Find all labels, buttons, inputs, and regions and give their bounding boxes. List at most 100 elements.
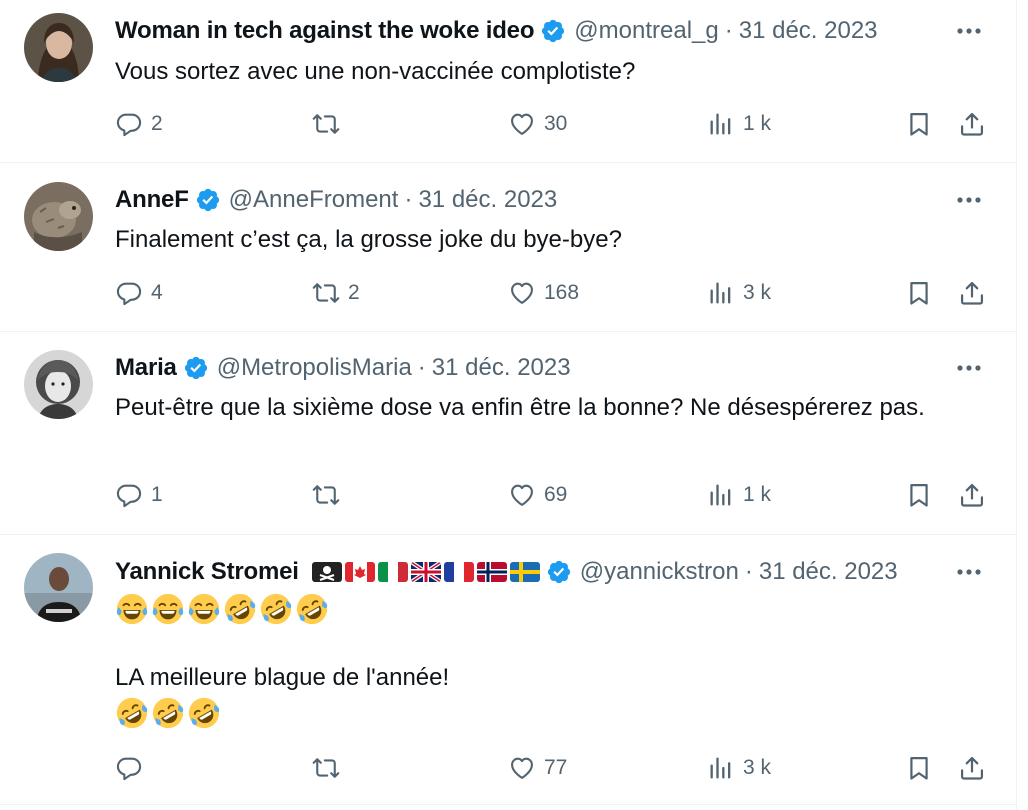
heart-icon — [508, 279, 536, 307]
bookmark-button[interactable] — [905, 751, 933, 785]
separator: · — [404, 186, 413, 213]
bookmark-button[interactable] — [905, 107, 933, 141]
share-button[interactable] — [958, 478, 986, 512]
italy-flag-icon — [377, 562, 408, 582]
joy-emoji-icon — [151, 592, 185, 626]
share-button[interactable] — [958, 276, 986, 310]
reply-button[interactable]: 2 — [115, 107, 163, 141]
reply-count: 2 — [151, 112, 163, 135]
retweet-icon — [312, 481, 340, 509]
retweet-button[interactable]: 2 — [312, 276, 360, 310]
reply-count: 4 — [151, 281, 163, 304]
man-avatar[interactable] — [24, 553, 93, 622]
heart-icon — [508, 481, 536, 509]
user-handle[interactable]: @MetropolisMaria — [217, 351, 412, 385]
reply-button[interactable]: 1 — [115, 478, 163, 512]
tweet-date[interactable]: 31 déc. 2023 — [759, 555, 898, 589]
bookmark-icon — [905, 754, 933, 782]
reply-icon — [115, 754, 143, 782]
bookmark-icon — [905, 279, 933, 307]
reply-count: 1 — [151, 483, 163, 506]
views-button[interactable]: 1 k — [707, 478, 771, 512]
reply-button[interactable] — [115, 751, 151, 785]
tweet-date[interactable]: 31 déc. 2023 — [739, 14, 878, 48]
rofl-emoji-icon — [295, 592, 329, 626]
rofl-emoji-icon — [187, 696, 221, 730]
retweet-button[interactable] — [312, 478, 348, 512]
retweet-icon — [312, 110, 340, 138]
emoji-line-2 — [115, 696, 221, 730]
tweet[interactable]: Yannick Stromei @yannickstron · 31 déc. … — [0, 535, 1017, 805]
verified-badge-icon — [540, 18, 566, 44]
view-count: 3 k — [743, 756, 772, 779]
woman-avatar[interactable] — [24, 13, 93, 82]
tweet-text: Peut-être que la sixième dose va enfin ê… — [115, 394, 925, 421]
bookmark-button[interactable] — [905, 478, 933, 512]
tweet-date[interactable]: 31 déc. 2023 — [432, 351, 571, 385]
like-button[interactable]: 30 — [508, 107, 567, 141]
view-count: 3 k — [743, 281, 772, 304]
tweet-text: Finalement c’est ça, la grosse joke du b… — [115, 226, 622, 253]
tweet-actions: 1 69 1 k — [115, 478, 995, 512]
views-button[interactable]: 3 k — [707, 276, 771, 310]
more-options-icon[interactable] — [951, 183, 987, 217]
reply-icon — [115, 279, 143, 307]
tweet[interactable]: Woman in tech against the woke ideo @mon… — [0, 0, 1017, 163]
pirate-flag-icon — [311, 562, 342, 582]
tweet-actions: 2 30 1 k — [115, 107, 995, 141]
display-name[interactable]: Woman in tech against the woke ideo — [115, 14, 534, 48]
bar-chart-icon — [707, 110, 735, 138]
display-name[interactable]: Yannick Stromei — [115, 555, 299, 589]
bookmark-icon — [905, 481, 933, 509]
retweet-button[interactable] — [312, 751, 348, 785]
display-name[interactable]: AnneF — [115, 183, 189, 217]
share-icon — [958, 481, 986, 509]
tweet[interactable]: AnneF @AnneFroment · 31 déc. 2023 Finale… — [0, 163, 1017, 332]
reply-icon — [115, 110, 143, 138]
tweet-header: AnneF @AnneFroment · 31 déc. 2023 — [115, 183, 947, 217]
more-options-icon[interactable] — [951, 555, 987, 589]
user-handle[interactable]: @AnneFroment — [229, 183, 399, 217]
tweet[interactable]: Maria @MetropolisMaria · 31 déc. 2023 Pe… — [0, 332, 1017, 535]
verified-badge-icon — [183, 355, 209, 381]
tweet-text: LA meilleure blague de l'année! — [115, 664, 450, 691]
retweet-button[interactable] — [312, 107, 348, 141]
tweet-date[interactable]: 31 déc. 2023 — [418, 183, 557, 217]
like-count: 69 — [544, 483, 568, 506]
view-count: 1 k — [743, 483, 772, 506]
views-button[interactable]: 3 k — [707, 751, 771, 785]
views-button[interactable]: 1 k — [707, 107, 771, 141]
separator: · — [724, 17, 733, 44]
joy-emoji-icon — [115, 592, 149, 626]
bookmark-button[interactable] — [905, 276, 933, 310]
share-button[interactable] — [958, 107, 986, 141]
more-options-icon[interactable] — [951, 351, 987, 385]
uk-flag-icon — [410, 562, 441, 582]
like-button[interactable]: 168 — [508, 276, 579, 310]
display-name[interactable]: Maria — [115, 351, 177, 385]
norway-flag-icon — [476, 562, 507, 582]
verified-badge-icon — [546, 559, 572, 585]
rofl-emoji-icon — [151, 696, 185, 730]
rofl-emoji-icon — [223, 592, 257, 626]
vintage-portrait-avatar[interactable] — [24, 350, 93, 419]
reply-button[interactable]: 4 — [115, 276, 163, 310]
animal-avatar[interactable] — [24, 182, 93, 251]
tweet-header: Yannick Stromei @yannickstron · 31 déc. … — [115, 555, 947, 589]
tweet-header: Woman in tech against the woke ideo @mon… — [115, 14, 947, 48]
share-button[interactable] — [958, 751, 986, 785]
like-button[interactable]: 69 — [508, 478, 567, 512]
share-icon — [958, 110, 986, 138]
user-handle[interactable]: @montreal_g — [574, 14, 718, 48]
user-handle[interactable]: @yannickstron — [580, 555, 739, 589]
rofl-emoji-icon — [259, 592, 293, 626]
tweet-actions: 77 3 k — [115, 751, 995, 785]
like-count: 77 — [544, 756, 568, 779]
separator: · — [417, 354, 426, 381]
tweet-text: Vous sortez avec une non-vaccinée complo… — [115, 58, 636, 85]
share-icon — [958, 279, 986, 307]
tweet-actions: 4 2 168 3 k — [115, 276, 995, 310]
more-options-icon[interactable] — [951, 14, 987, 48]
separator: · — [744, 558, 753, 585]
like-button[interactable]: 77 — [508, 751, 567, 785]
